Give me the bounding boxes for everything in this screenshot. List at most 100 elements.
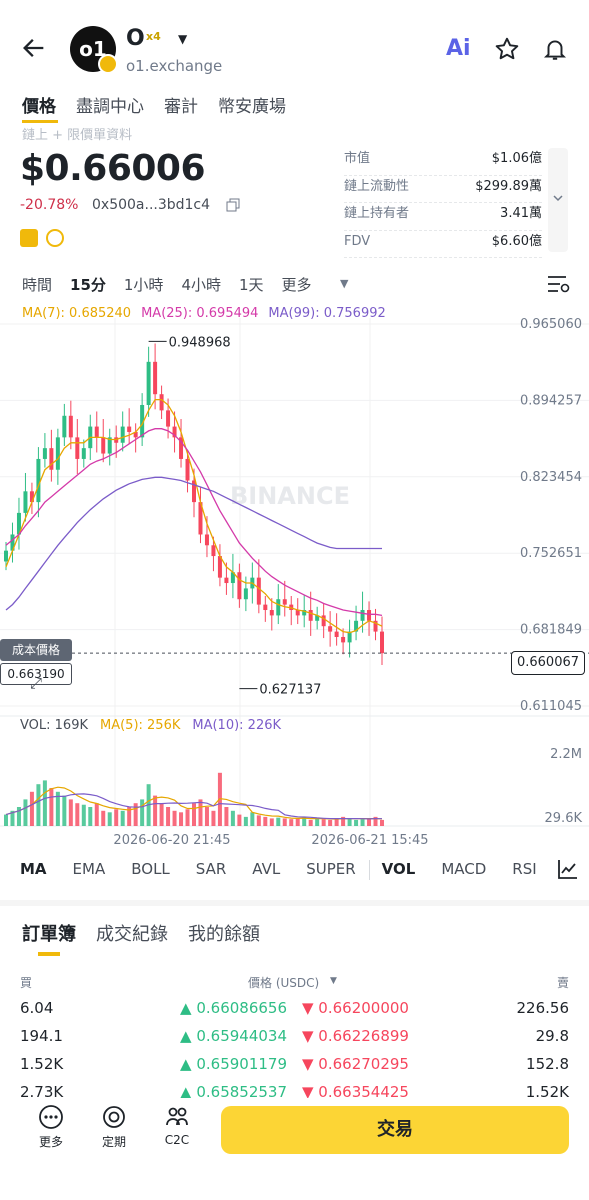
- high-label: 0.948968: [169, 335, 231, 350]
- c2c-icon: [166, 1107, 188, 1126]
- contract-address: 0x500a...3bd1c4: [92, 197, 211, 213]
- trade-button[interactable]: 交易: [221, 1106, 569, 1154]
- volume-bar: [367, 818, 372, 826]
- top-tabs: 價格 盡調中心 審計 幣安廣場: [22, 92, 286, 118]
- tab-price[interactable]: 價格: [22, 92, 56, 118]
- indicator-sar[interactable]: SAR: [196, 860, 226, 882]
- volume-bar: [179, 812, 184, 826]
- ai-button[interactable]: Ai: [446, 36, 471, 61]
- indicator-vol[interactable]: VOL: [382, 860, 416, 882]
- price-header[interactable]: 價格 (USDC): [248, 974, 319, 991]
- tab-orderbook[interactable]: 訂單簿: [22, 920, 76, 946]
- indicator-avl[interactable]: AVL: [252, 860, 280, 882]
- bid-price: ▲ 0.66086656: [180, 999, 287, 1017]
- stats-panel: 市值 $1.06億 鏈上流動性 $299.89萬 鏈上持有者 3.41萬 FDV $6.…: [344, 148, 542, 258]
- tab-trades[interactable]: 成交紀錄: [96, 920, 168, 946]
- interval-time[interactable]: 時間: [22, 274, 52, 296]
- more-icon: [39, 1105, 63, 1129]
- sell-quantity: 226.56: [516, 999, 570, 1017]
- nav-more[interactable]: 更多: [21, 1104, 81, 1150]
- tab-balance[interactable]: 我的餘額: [188, 920, 260, 946]
- indicator-rsi[interactable]: RSI: [512, 860, 536, 882]
- stat-row: 市值 $1.06億: [344, 148, 542, 176]
- indicator-super[interactable]: SUPER: [306, 860, 355, 882]
- interval-more[interactable]: 更多: [282, 274, 312, 296]
- star-icon[interactable]: [494, 36, 520, 62]
- header: o1 O x4 ▼ o1.exchange Ai: [0, 0, 589, 90]
- indicator-macd[interactable]: MACD: [441, 860, 486, 882]
- chevron-down-icon[interactable]: ▼: [330, 976, 337, 986]
- tab-audit[interactable]: 審計: [164, 92, 198, 118]
- candle: [282, 599, 287, 605]
- volume-bar: [192, 803, 196, 826]
- nav-c2c[interactable]: C2C: [147, 1104, 207, 1147]
- volume-bar: [308, 819, 313, 826]
- buy-header: 買: [20, 976, 33, 990]
- back-arrow-icon[interactable]: [20, 34, 48, 62]
- chevron-down-icon[interactable]: ▼: [340, 277, 348, 290]
- candle: [94, 426, 99, 438]
- interval-tabs: 時間 15分 1小時 4小時 1天 更多: [22, 274, 312, 296]
- chevron-down-icon[interactable]: ▼: [178, 32, 187, 46]
- ask-price: ▼ 0.66270295: [302, 1055, 409, 1073]
- volume-bar: [230, 810, 235, 826]
- volume-tick-label: 29.6K: [545, 811, 583, 826]
- volume-bar: [88, 807, 93, 826]
- volume-bar: [328, 819, 333, 826]
- section-divider: [0, 900, 589, 906]
- volume-bar: [140, 799, 145, 826]
- volume-bar: [94, 803, 99, 826]
- volume-bar: [49, 788, 54, 826]
- volume-bar: [120, 810, 125, 826]
- candle: [127, 426, 132, 432]
- divider: [369, 860, 370, 880]
- volume-bar: [243, 816, 248, 826]
- candle: [380, 631, 384, 654]
- volume-bar: [185, 809, 190, 826]
- nav-savings[interactable]: 定期: [84, 1104, 144, 1150]
- interval-1d[interactable]: 1天: [239, 274, 264, 296]
- stat-label: 鏈上持有者: [344, 206, 410, 221]
- copy-icon[interactable]: [226, 198, 240, 212]
- candle: [68, 415, 73, 438]
- indicator-boll[interactable]: BOLL: [131, 860, 170, 882]
- candle: [4, 550, 8, 562]
- tab-square[interactable]: 幣安廣場: [218, 92, 286, 118]
- y-tick-label: 0.752651: [520, 546, 582, 561]
- stat-label: 市值: [344, 151, 371, 166]
- volume-bar: [321, 819, 326, 826]
- candle: [185, 458, 190, 481]
- price-chart[interactable]: BINANCE 0.965060 0.894257 0.823454 0.752651…: [0, 318, 589, 848]
- orderbook-row[interactable]: 1.52K ▲ 0.65901179 ▼ 0.66270295 152.8: [20, 1052, 569, 1079]
- candle: [23, 491, 28, 513]
- candle: [62, 415, 67, 438]
- candle: [49, 448, 54, 470]
- candle: [224, 577, 229, 584]
- indicator-ma[interactable]: MA: [20, 860, 47, 882]
- volume-bar: [347, 818, 352, 826]
- interval-4h[interactable]: 4小時: [181, 274, 221, 296]
- candle: [321, 615, 326, 627]
- candle: [75, 437, 80, 459]
- tab-due-diligence[interactable]: 盡調中心: [76, 92, 144, 118]
- stats-expand-button[interactable]: [548, 148, 568, 252]
- nav-savings-label: 定期: [101, 1135, 126, 1149]
- candle: [166, 410, 171, 427]
- volume-bar: [354, 819, 359, 826]
- indicator-chart-icon[interactable]: [557, 858, 579, 880]
- current-price-marker: 0.660067: [511, 651, 585, 675]
- candle: [81, 448, 86, 459]
- orderbook-row[interactable]: 6.04 ▲ 0.66086656 ▼ 0.66200000 226.56: [20, 996, 569, 1023]
- orderbook-row[interactable]: 194.1 ▲ 0.65944034 ▼ 0.66226899 29.8: [20, 1024, 569, 1051]
- interval-1h[interactable]: 1小時: [124, 274, 164, 296]
- chart-settings-icon[interactable]: [546, 273, 570, 295]
- expand-arrows-icon[interactable]: ⤢: [30, 674, 42, 692]
- stat-row: FDV $6.60億: [344, 231, 542, 258]
- volume-bar: [36, 784, 41, 826]
- stat-label: FDV: [344, 233, 371, 249]
- volume-bar: [269, 818, 274, 826]
- bell-icon[interactable]: [542, 36, 568, 62]
- indicator-ema[interactable]: EMA: [73, 860, 106, 882]
- vol-ma5-label: MA(5): 256K: [100, 718, 181, 733]
- interval-15m[interactable]: 15分: [70, 274, 106, 296]
